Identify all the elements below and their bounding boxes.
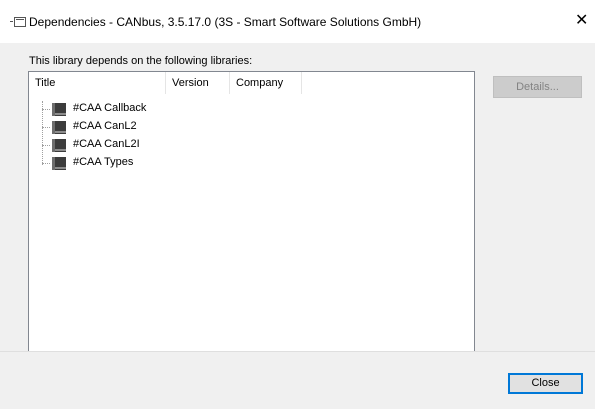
tree-branch	[42, 145, 50, 146]
title-bar[interactable]: Dependencies - CANbus, 3.5.17.0 (3S - Sm…	[0, 0, 595, 43]
list-item[interactable]: #CAA CanL2I	[29, 136, 329, 154]
dependencies-dialog: Dependencies - CANbus, 3.5.17.0 (3S - Sm…	[0, 0, 595, 409]
tree-branch	[42, 127, 50, 128]
library-book-icon	[52, 157, 66, 170]
close-button[interactable]: Close	[508, 373, 583, 394]
library-book-icon	[52, 103, 66, 116]
library-window-icon	[10, 17, 26, 27]
library-title: #CAA CanL2I	[73, 138, 140, 150]
dependencies-list[interactable]: Title Version Company #CAA Callback #CAA…	[28, 71, 475, 382]
library-book-icon	[52, 121, 66, 134]
tree-branch	[42, 109, 50, 110]
library-title: #CAA Types	[73, 156, 134, 168]
tree-branch	[42, 163, 50, 164]
column-header-version[interactable]: Version	[166, 72, 230, 94]
dialog-content: This library depends on the following li…	[0, 43, 595, 382]
column-header-company[interactable]: Company	[230, 72, 302, 94]
column-header-title[interactable]: Title	[29, 72, 166, 94]
dialog-footer: Close	[0, 352, 595, 409]
list-item[interactable]: #CAA Callback	[29, 100, 329, 118]
library-book-icon	[52, 139, 66, 152]
library-title: #CAA CanL2	[73, 120, 137, 132]
list-item[interactable]: #CAA Types	[29, 154, 329, 172]
library-title: #CAA Callback	[73, 102, 147, 114]
details-button[interactable]: Details...	[493, 76, 582, 98]
list-header: Title Version Company	[29, 72, 474, 94]
window-title: Dependencies - CANbus, 3.5.17.0 (3S - Sm…	[29, 15, 422, 29]
close-window-icon[interactable]: ✕	[575, 8, 595, 34]
dependencies-caption: This library depends on the following li…	[29, 55, 253, 67]
list-item[interactable]: #CAA CanL2	[29, 118, 329, 136]
